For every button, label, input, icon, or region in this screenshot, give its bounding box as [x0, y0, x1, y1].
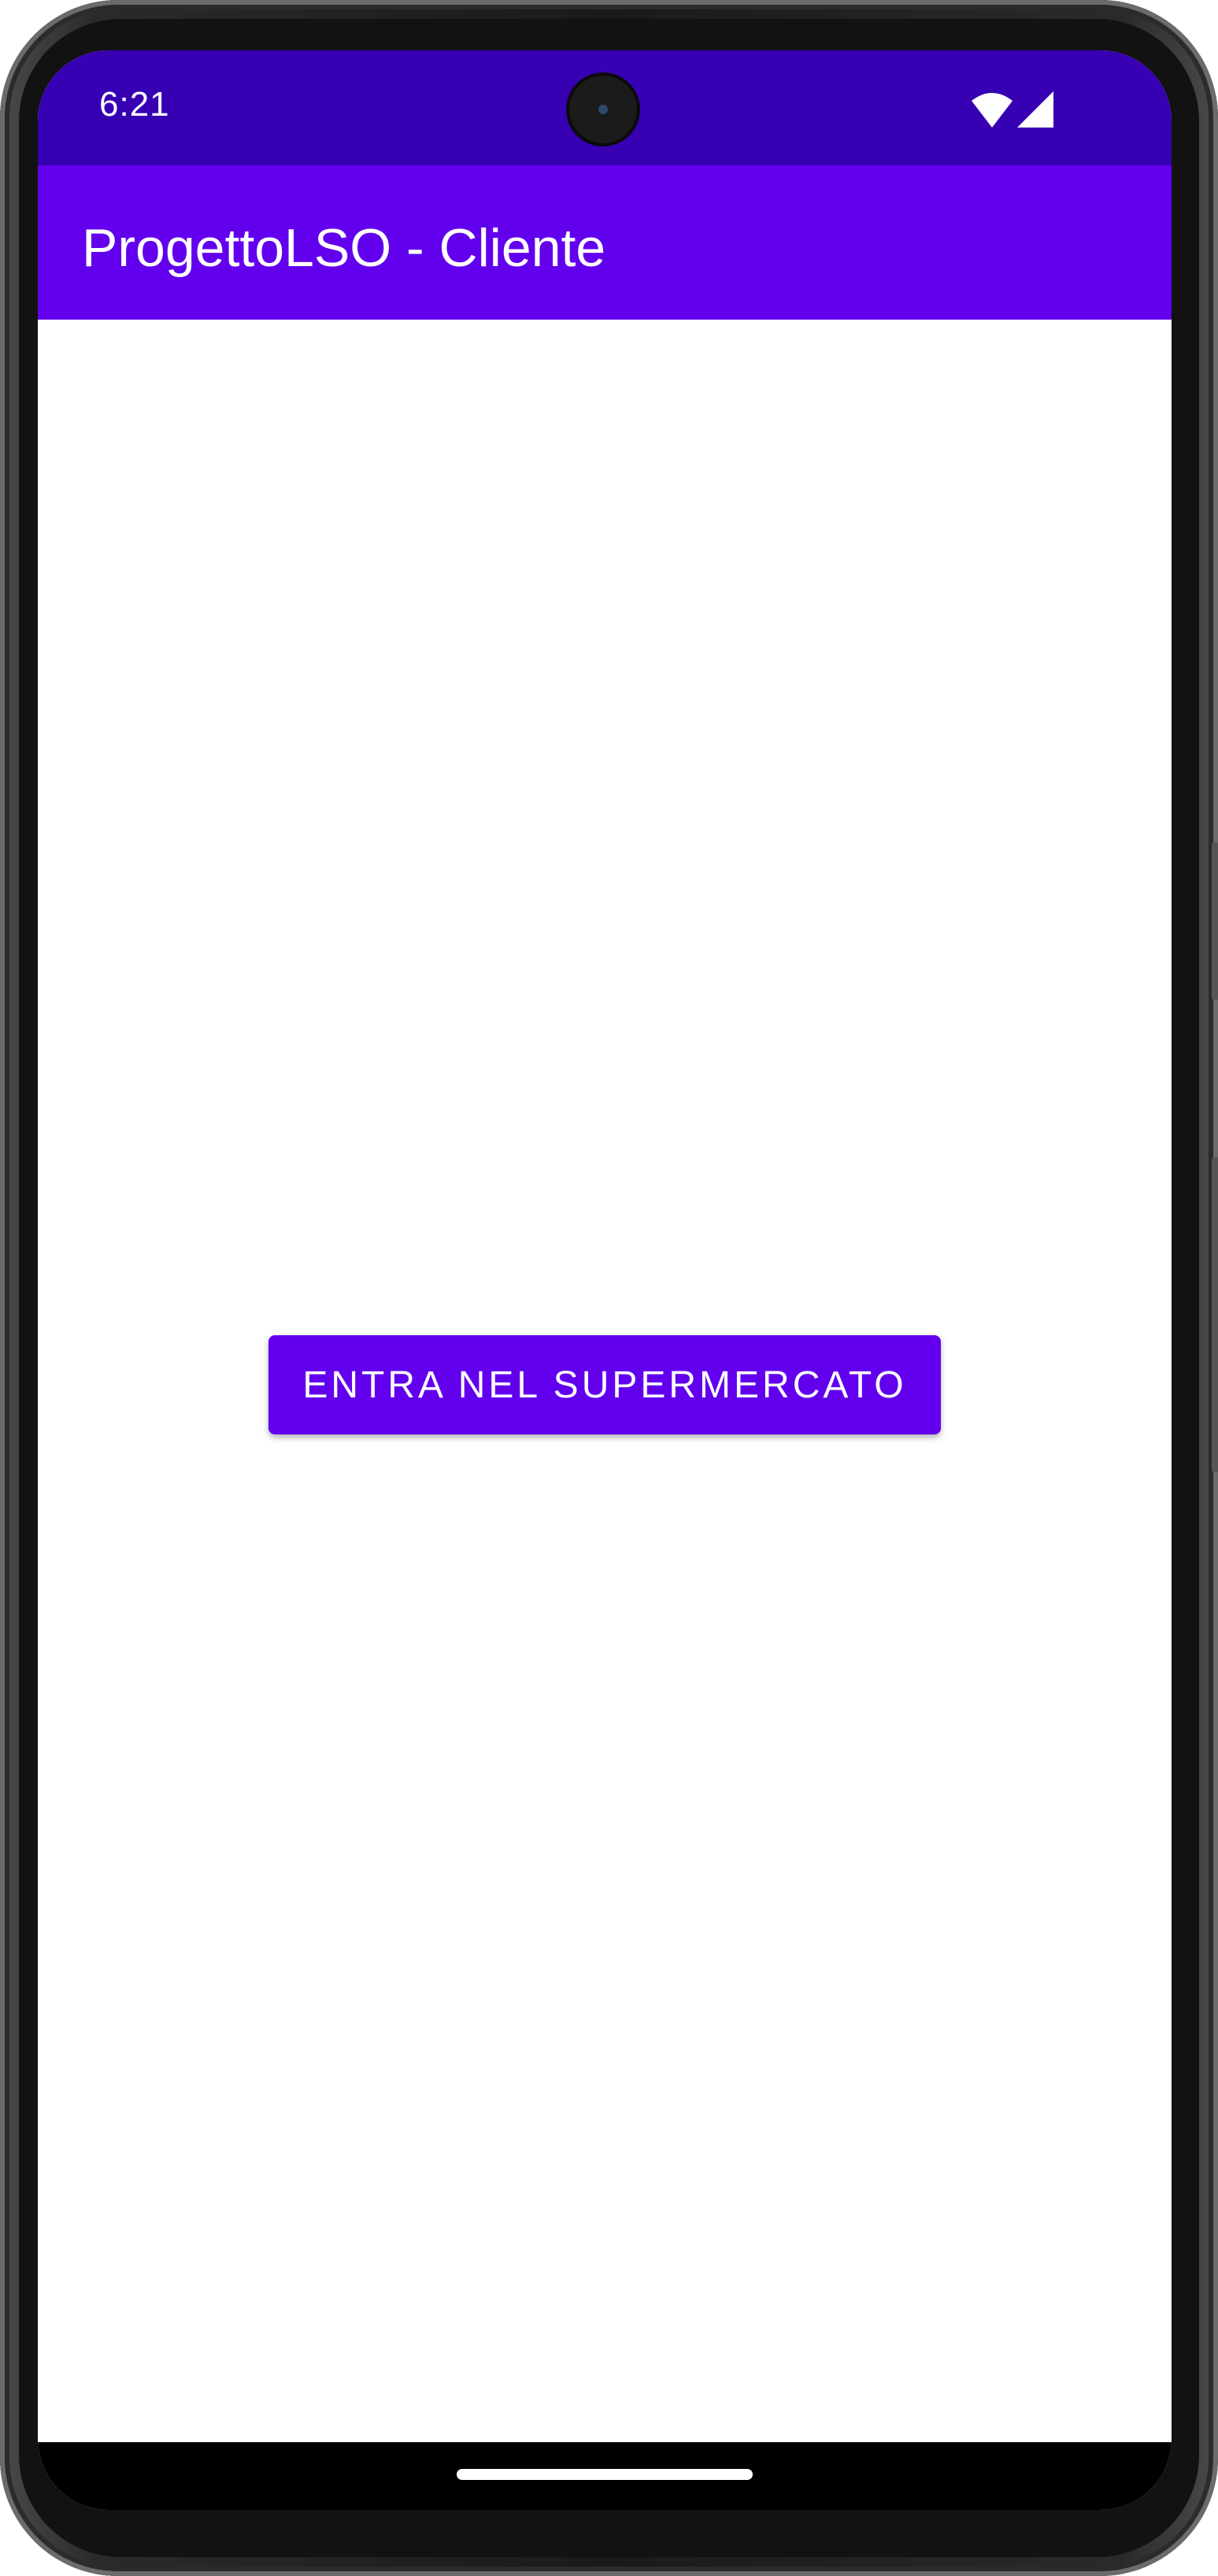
app-bar: ProgettoLSO - Cliente [38, 165, 1172, 320]
screen: 6:21 ProgettoLSO - Cliente ENTRA NEL SUP… [38, 50, 1172, 2510]
phone-frame: 6:21 ProgettoLSO - Cliente ENTRA NEL SUP… [0, 0, 1218, 2576]
status-bar: 6:21 [38, 50, 1172, 165]
status-time: 6:21 [99, 85, 170, 124]
main-content: ENTRA NEL SUPERMERCATO [38, 320, 1172, 2442]
volume-button [1212, 1157, 1218, 1472]
navigation-bar [38, 2442, 1172, 2510]
cellular-signal-icon [1017, 91, 1053, 128]
app-title: ProgettoLSO - Cliente [82, 218, 606, 278]
enter-supermarket-button[interactable]: ENTRA NEL SUPERMERCATO [268, 1335, 941, 1434]
power-button [1212, 842, 1218, 1000]
home-gesture-handle[interactable] [457, 2469, 753, 2480]
front-camera [569, 76, 637, 143]
wifi-icon [972, 93, 1013, 128]
